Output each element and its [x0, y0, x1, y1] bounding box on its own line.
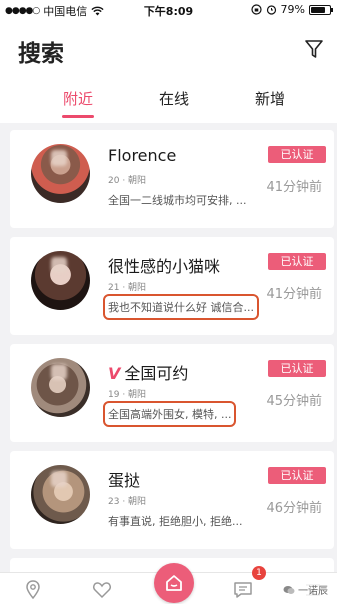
- alarm-icon: [266, 5, 276, 15]
- active-time: 45分钟前: [266, 394, 322, 409]
- avatar[interactable]: [31, 144, 90, 203]
- message-icon[interactable]: [232, 579, 254, 601]
- active-time: 46分钟前: [266, 501, 322, 516]
- message-count-badge: 1: [252, 566, 266, 580]
- user-card[interactable]: Florence 20 · 朝阳 全国一二线城市均可安排, ... 已认证 41…: [10, 130, 334, 228]
- battery-level: [311, 6, 326, 13]
- verified-v-icon: V: [108, 364, 121, 383]
- user-name: 蛋挞: [108, 471, 141, 490]
- status-bar: ●●●●○ 中国电信 下午8:09 79%: [0, 0, 337, 20]
- battery-percent: 79%: [280, 3, 305, 16]
- battery-icon: [309, 4, 333, 15]
- watermark: 一诺辰: [280, 581, 331, 598]
- verified-badge: 已认证: [268, 467, 326, 484]
- watermark-text: 一诺辰: [298, 586, 328, 597]
- user-meta: 20 · 朝阳: [108, 176, 147, 186]
- user-meta: 19 · 朝阳: [108, 390, 147, 400]
- active-time: 41分钟前: [266, 180, 322, 195]
- tab-new[interactable]: 新增: [240, 88, 300, 109]
- lock-rotation-icon: [250, 4, 262, 15]
- avatar[interactable]: [31, 465, 90, 524]
- heart-icon[interactable]: [91, 579, 113, 601]
- home-icon: [166, 575, 182, 591]
- filter-icon[interactable]: [304, 38, 324, 60]
- header: 搜索 附近 在线 新增: [0, 20, 337, 123]
- page-title: 搜索: [18, 41, 64, 67]
- active-time: 41分钟前: [266, 287, 322, 302]
- user-meta: 23 · 朝阳: [108, 497, 147, 507]
- verified-badge: 已认证: [268, 253, 326, 270]
- tab-bar: 附近 在线 新增: [0, 88, 337, 120]
- user-description: 我也不知道说什么好 诚信合...: [103, 294, 259, 320]
- home-button[interactable]: [154, 563, 194, 603]
- user-name: Florence: [108, 146, 177, 165]
- location-icon[interactable]: [22, 579, 44, 601]
- user-name: V 全国可约: [108, 364, 189, 383]
- tab-online[interactable]: 在线: [144, 88, 204, 109]
- avatar[interactable]: [31, 358, 90, 417]
- user-description: 全国高端外围女, 模特, ...: [102, 401, 237, 427]
- user-description: 全国一二线城市均可安排, ...: [108, 194, 247, 207]
- tab-nearby[interactable]: 附近: [48, 88, 108, 118]
- status-right: 79%: [250, 3, 333, 16]
- user-description: 有事直说, 拒绝胆小, 拒绝...: [108, 515, 243, 528]
- verified-badge: 已认证: [268, 360, 326, 377]
- wechat-icon: [283, 585, 295, 594]
- bottom-nav: 1 一诺辰: [0, 563, 337, 604]
- avatar[interactable]: [31, 251, 90, 310]
- user-card[interactable]: 蛋挞 23 · 朝阳 有事直说, 拒绝胆小, 拒绝... 已认证 46分钟前: [10, 451, 334, 549]
- user-name: 很性感的小猫咪: [108, 257, 221, 276]
- user-card[interactable]: 很性感的小猫咪 21 · 朝阳 我也不知道说什么好 诚信合... 已认证 41分…: [10, 237, 334, 335]
- verified-badge: 已认证: [268, 146, 326, 163]
- user-meta: 21 · 朝阳: [108, 283, 147, 293]
- user-card[interactable]: V 全国可约 19 · 朝阳 全国高端外围女, 模特, ... 已认证 45分钟前: [10, 344, 334, 442]
